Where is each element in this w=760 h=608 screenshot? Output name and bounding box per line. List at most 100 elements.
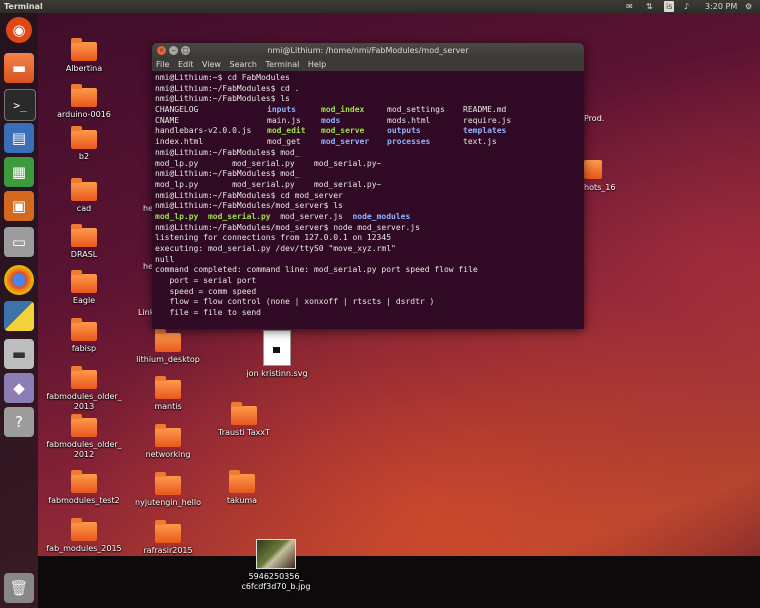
terminal-window[interactable]: × − □ nmi@Lithium: /home/nmi/FabModules/… <box>152 43 584 329</box>
ls-entry: text.js <box>463 137 497 147</box>
desktop-icon-label: b2 <box>78 152 90 161</box>
folder-icon <box>71 318 97 341</box>
desktop-icon-label: cad <box>76 204 92 213</box>
ls-entry: main.js <box>267 115 301 125</box>
trash-icon[interactable]: 🗑 <box>4 573 34 603</box>
desktop-folder-fabmodules-older-2013[interactable]: fabmodules_older_ 2013 <box>36 366 132 412</box>
terminal-line: mod_lp.py mod_serial.py mod_serial.py~ <box>155 179 382 189</box>
menu-view[interactable]: View <box>202 60 221 69</box>
folder-icon <box>155 376 181 399</box>
desktop-bottom-area <box>38 556 760 608</box>
minimize-icon[interactable]: − <box>169 46 178 55</box>
menu-help[interactable]: Help <box>308 60 326 69</box>
image-thumbnail-icon <box>256 539 296 569</box>
terminal-title: nmi@Lithium: /home/nmi/FabModules/mod_se… <box>267 46 469 55</box>
menu-search[interactable]: Search <box>230 60 257 69</box>
desktop-icon-label: DRASL <box>70 250 98 259</box>
archive-icon[interactable]: ▭ <box>4 227 34 257</box>
folder-icon <box>71 366 97 389</box>
terminal-line: nmi@Lithium:~/FabModules$ ls <box>155 94 290 104</box>
desktop-folder-fabisp[interactable]: fabisp <box>36 318 132 354</box>
desktop-icon-label: rafrasir2015 <box>143 546 193 555</box>
desktop-folder-b2[interactable]: b2 <box>36 126 132 162</box>
desktop-folder-albertina[interactable]: Albertina <box>36 38 132 74</box>
keyboard-layout-badge[interactable]: is <box>664 1 675 12</box>
desktop-icon-label: fabisp <box>71 344 97 353</box>
desktop-file-jpg[interactable]: 5946250356_ c6fcdf3d70_b.jpg <box>228 539 324 592</box>
folder-icon <box>71 178 97 201</box>
terminal-line: speed = comm speed <box>155 286 257 296</box>
desktop-icon-label: Eagle <box>72 296 96 305</box>
python-icon[interactable] <box>4 301 34 331</box>
desktop-icon-label: lithium_desktop <box>136 355 200 364</box>
desktop-folder-eagle[interactable]: Eagle <box>36 270 132 306</box>
ls-entry: outputs <box>387 126 421 136</box>
volume-icon[interactable]: ♪ <box>684 0 689 13</box>
terminal-menubar: File Edit View Search Terminal Help <box>152 58 584 71</box>
terminal-line: nmi@Lithium:~/FabModules/mod_server$ nod… <box>155 222 420 232</box>
files-icon[interactable]: ▬ <box>4 53 34 83</box>
desktop-folder-takuma[interactable]: takuma <box>194 470 290 506</box>
ls-entry: CNAME <box>155 115 180 125</box>
ls-entry: processes <box>387 137 431 147</box>
terminal-icon[interactable]: >_ <box>4 89 36 121</box>
menu-terminal[interactable]: Terminal <box>266 60 300 69</box>
writer-icon[interactable]: ▤ <box>4 123 34 153</box>
desktop-file-jon-kristinn-svg[interactable]: jon kristinn.svg <box>229 330 325 379</box>
desktop-icon-label: Albertina <box>65 64 103 73</box>
ls-entry: mod_lp.py <box>155 211 208 221</box>
partial-desktop-label: hots_16 <box>584 183 616 192</box>
desktop-folder-lithium-desktop[interactable]: lithium_desktop <box>120 329 216 365</box>
folder-icon <box>71 414 97 437</box>
desktop-icon-label: fab_modules_2015 <box>46 544 122 553</box>
terminal-output[interactable]: nmi@Lithium:~$ cd FabModules nmi@Lithium:… <box>155 73 581 319</box>
ls-entry: mod_serve <box>321 126 365 136</box>
ls-entry: mod_server.js <box>280 211 353 221</box>
desktop-folder-drasl[interactable]: DRASL <box>36 224 132 260</box>
terminal-ls-row: index.html mod_get mod_server processes text… <box>155 137 581 148</box>
desktop-folder-fabmodules-test2[interactable]: fabmodules_test2 <box>36 470 132 506</box>
ls-entry: node_modules <box>352 211 420 221</box>
help-icon[interactable]: ? <box>4 407 34 437</box>
partial-folder-icon[interactable] <box>584 160 602 179</box>
ls-entry: mods.html <box>387 115 431 125</box>
folder-icon <box>71 126 97 149</box>
top-panel: Terminal ✉ ⇅ is ♪ 3:20 PM ⚙ <box>0 0 760 13</box>
impress-icon[interactable]: ▣ <box>4 191 34 221</box>
mail-icon[interactable]: ✉ <box>626 0 633 13</box>
terminal-titlebar[interactable]: × − □ nmi@Lithium: /home/nmi/FabModules/… <box>152 43 584 58</box>
network-icon[interactable]: ⇅ <box>646 0 653 13</box>
ls-entry: mod_get <box>267 137 301 147</box>
inkscape-icon[interactable]: ◆ <box>4 373 34 403</box>
desktop-folder-arduino[interactable]: arduino-0016 <box>36 84 132 120</box>
ls-entry: CHANGELOG <box>155 105 199 115</box>
close-icon[interactable]: × <box>157 46 166 55</box>
terminal-line: nmi@Lithium:~/FabModules/mod_server$ ls <box>155 201 343 211</box>
desktop-folder-trausti-taxxt[interactable]: Trausti TaxxT <box>196 402 292 438</box>
maximize-icon[interactable]: □ <box>181 46 190 55</box>
terminal-line: command completed: command line: mod_ser… <box>155 265 478 275</box>
desktop-icon-label: fabmodules_older_ 2013 <box>46 392 122 411</box>
desktop-folder-fab-modules-2015[interactable]: fab_modules_2015 <box>36 518 132 554</box>
ls-entry: index.html <box>155 137 204 147</box>
chrome-icon[interactable] <box>4 265 34 295</box>
desktop-folder-fabmodules-older-2012[interactable]: fabmodules_older_ 2012 <box>36 414 132 460</box>
drive-icon[interactable]: ▬ <box>4 339 34 369</box>
desktop-folder-cad[interactable]: cad <box>36 178 132 214</box>
ls-entry: mod_server <box>321 137 370 147</box>
terminal-ls-row: CNAME main.js mods mods.html require.js <box>155 116 581 127</box>
ls-entry: mod_serial.py <box>207 211 281 221</box>
clock[interactable]: 3:20 PM <box>705 0 737 13</box>
desktop-folder-rafrasir2015[interactable]: rafrasir2015 <box>120 520 216 556</box>
menu-file[interactable]: File <box>156 60 169 69</box>
folder-icon <box>231 402 257 425</box>
ls-entry: handlebars-v2.0.0.js <box>155 126 252 136</box>
power-gear-icon[interactable]: ⚙ <box>745 0 752 13</box>
calc-icon[interactable]: ▦ <box>4 157 34 187</box>
ls-entry: mods <box>321 115 341 125</box>
folder-icon <box>155 424 181 447</box>
folder-icon <box>71 518 97 541</box>
ubuntu-dash-icon[interactable]: ◉ <box>6 17 32 43</box>
terminal-line: flow = flow control (none | xonxoff | rt… <box>155 297 435 307</box>
menu-edit[interactable]: Edit <box>178 60 194 69</box>
